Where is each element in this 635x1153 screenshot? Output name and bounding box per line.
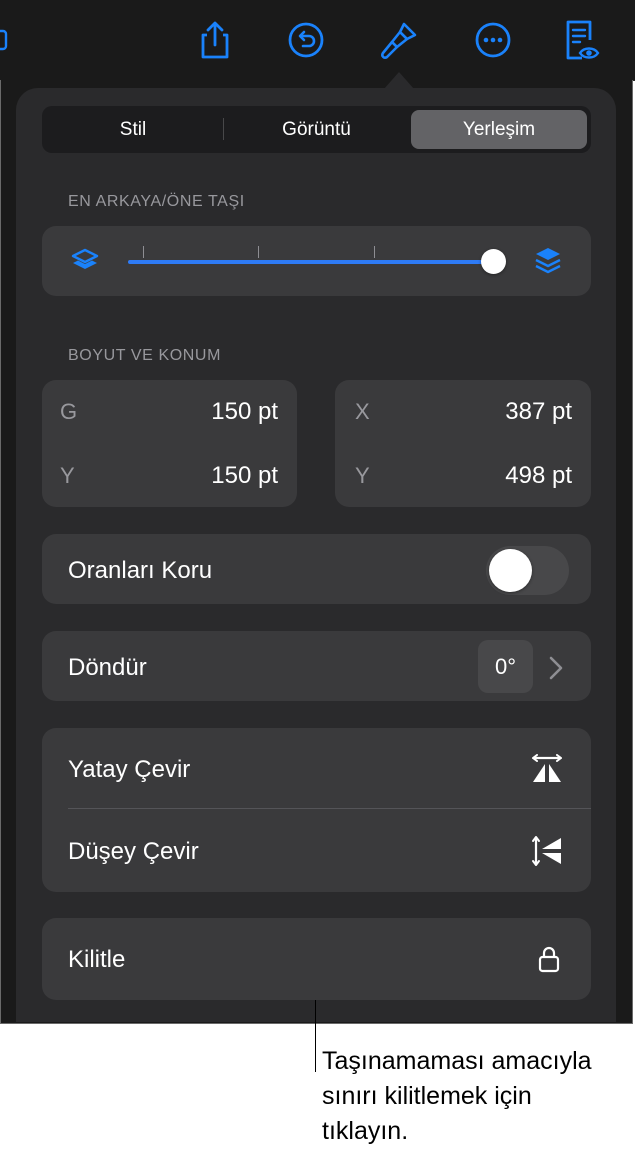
lock-icon[interactable] — [537, 945, 561, 973]
undo-icon — [288, 22, 324, 58]
toggle-knob — [489, 549, 532, 592]
constrain-proportions-label: Oranları Koru — [68, 557, 213, 584]
document-view-icon — [566, 20, 600, 60]
width-label: G — [60, 399, 78, 424]
constrain-proportions-toggle[interactable] — [486, 546, 569, 595]
callout-line-2: sınırı kilitlemek için — [322, 1082, 532, 1110]
document-view-button[interactable] — [558, 18, 602, 62]
x-label: X — [355, 399, 370, 424]
flip-separator — [68, 808, 591, 809]
flip-horizontal-label[interactable]: Yatay Çevir — [68, 756, 190, 784]
arrange-slider-thumb[interactable] — [481, 249, 506, 274]
arrange-slider-track[interactable] — [128, 260, 492, 264]
segment-divider — [223, 118, 224, 140]
slider-tick — [374, 246, 375, 258]
undo-button[interactable] — [284, 18, 328, 62]
size-position-section-title: BOYUT VE KONUM — [68, 347, 222, 364]
share-button[interactable] — [193, 18, 237, 62]
y-position-field[interactable]: 498 pt — [440, 462, 572, 490]
sidebar-icon[interactable] — [0, 28, 10, 52]
slider-tick — [143, 246, 144, 258]
rotate-value[interactable]: 0° — [478, 640, 533, 693]
flip-vertical-icon[interactable] — [531, 834, 565, 868]
x-position-field[interactable]: 387 pt — [440, 398, 572, 426]
callout-line-3: tıklayın. — [322, 1117, 409, 1145]
tab-style[interactable]: Stil — [42, 106, 224, 153]
share-icon — [201, 21, 229, 59]
flip-card — [42, 728, 591, 892]
popover-arrow — [384, 72, 414, 89]
tab-image[interactable]: Görüntü — [225, 106, 408, 153]
width-field[interactable]: 150 pt — [150, 398, 278, 426]
callout-line-1: Taşınamaması amacıyla — [322, 1047, 592, 1075]
lock-label: Kilitle — [68, 946, 126, 973]
slider-tick — [258, 246, 259, 258]
more-icon — [475, 22, 511, 58]
format-brush-icon — [381, 22, 417, 59]
tab-arrange[interactable]: Yerleşim — [411, 110, 587, 149]
toolbar — [0, 0, 635, 81]
callout-text: Taşınamaması amacıyla sınırı kilitlemek … — [322, 1044, 632, 1149]
height-label: Y — [60, 463, 75, 488]
format-tabs: Stil Görüntü Yerleşim — [42, 106, 591, 153]
height-field[interactable]: 150 pt — [150, 462, 278, 490]
format-button[interactable] — [377, 18, 421, 62]
y-label: Y — [355, 463, 370, 488]
rotate-label: Döndür — [68, 654, 147, 681]
send-backward-icon[interactable] — [70, 246, 100, 278]
callout-pointer-line — [315, 1000, 316, 1072]
bring-forward-icon[interactable] — [533, 245, 563, 277]
arrange-section-title: EN ARKAYA/ÖNE TAŞI — [68, 193, 245, 210]
chevron-right-icon[interactable] — [548, 655, 564, 681]
flip-vertical-label[interactable]: Düşey Çevir — [68, 838, 199, 866]
flip-horizontal-icon[interactable] — [530, 754, 564, 786]
more-button[interactable] — [471, 18, 515, 62]
